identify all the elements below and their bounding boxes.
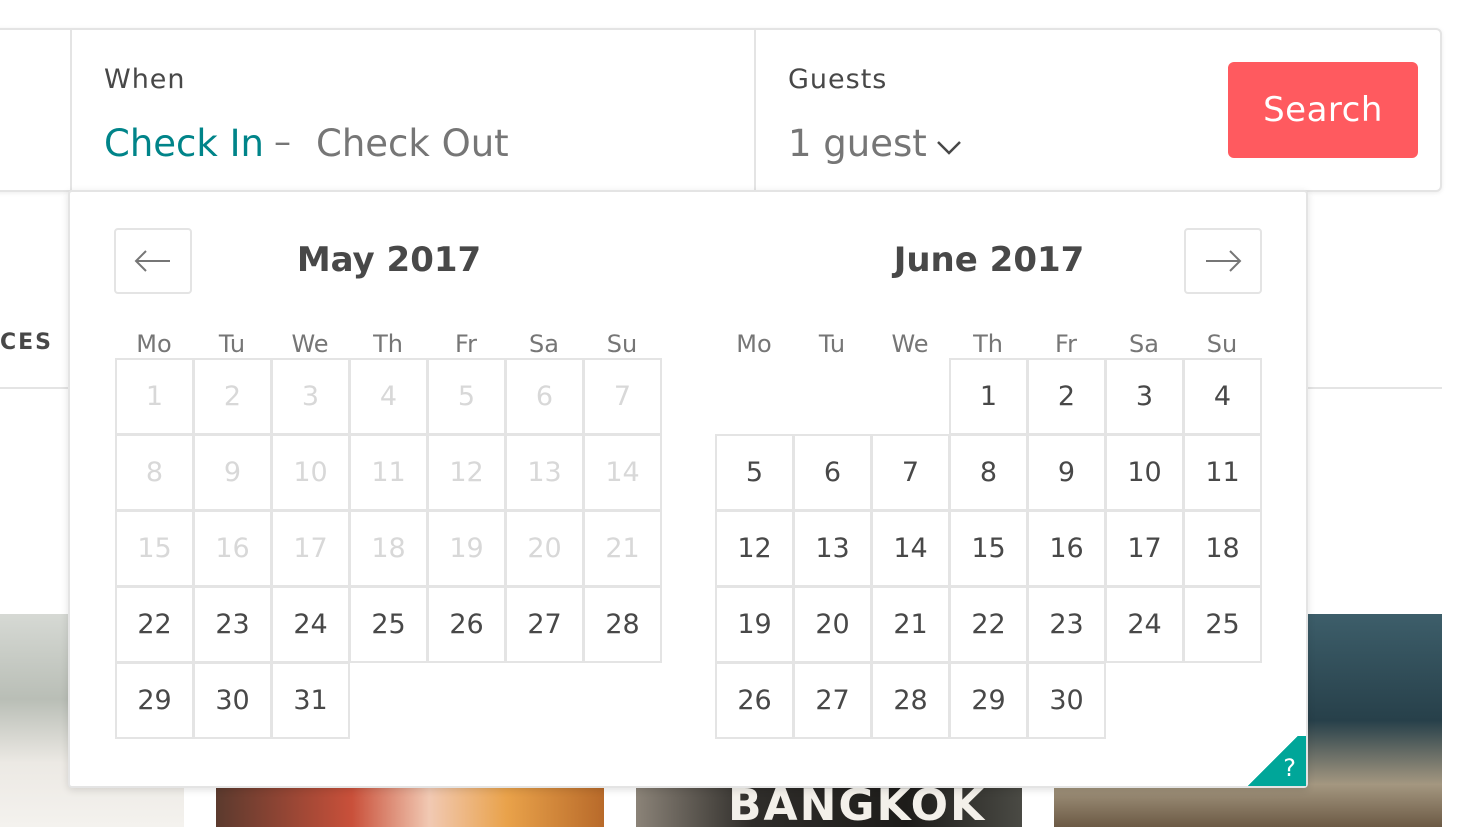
calendar-day-disabled: 9 — [193, 434, 272, 511]
weekday-header: Sa — [529, 330, 559, 358]
calendar-day[interactable]: 10 — [1105, 434, 1184, 511]
calendar-day[interactable]: 29 — [949, 662, 1028, 739]
weekday-header: We — [291, 330, 329, 358]
calendar-day-disabled: 10 — [271, 434, 350, 511]
calendar-day[interactable]: 25 — [1183, 586, 1262, 663]
calendar-day[interactable]: 8 — [949, 434, 1028, 511]
calendar-day[interactable]: 28 — [871, 662, 950, 739]
calendar-day-disabled: 17 — [271, 510, 350, 587]
field-divider — [754, 30, 756, 190]
calendar-day[interactable]: 24 — [271, 586, 350, 663]
calendar-day[interactable]: 26 — [427, 586, 506, 663]
weekday-header: Th — [973, 330, 1003, 358]
field-divider — [70, 30, 72, 190]
calendar-day[interactable]: 22 — [949, 586, 1028, 663]
calendar-day[interactable]: 24 — [1105, 586, 1184, 663]
search-button[interactable]: Search — [1228, 62, 1418, 158]
weekday-header: Fr — [455, 330, 477, 358]
calendar-day[interactable]: 19 — [715, 586, 794, 663]
weekday-header: We — [891, 330, 929, 358]
thumbnail-caption: BANGKOK — [728, 784, 987, 827]
weekday-header: Su — [606, 330, 638, 358]
calendar-day[interactable]: 26 — [715, 662, 794, 739]
weekday-header: Tu — [818, 330, 846, 358]
month-title-right: June 2017 — [893, 240, 1085, 280]
calendar-day-disabled: 4 — [349, 358, 428, 435]
question-icon: ? — [1283, 754, 1296, 782]
calendar-day-disabled: 15 — [115, 510, 194, 587]
calendar-day[interactable]: 30 — [193, 662, 272, 739]
calendar-day-disabled: 18 — [349, 510, 428, 587]
guests-label: Guests — [788, 64, 888, 95]
calendar-day[interactable]: 17 — [1105, 510, 1184, 587]
weekday-header: Fr — [1055, 330, 1077, 358]
calendar-day[interactable]: 22 — [115, 586, 194, 663]
date-picker: May 2017 June 2017 Mo Tu We Th Fr Sa Su 1 2 3 4 5 6 7… — [68, 190, 1308, 788]
calendar-day[interactable]: 11 — [1183, 434, 1262, 511]
calendar-day[interactable]: 16 — [1027, 510, 1106, 587]
listing-thumbnail-bangkok[interactable]: BANGKOK — [636, 784, 1022, 827]
calendar-day[interactable]: 15 — [949, 510, 1028, 587]
when-label: When — [104, 64, 186, 95]
calendar-day[interactable]: 30 — [1027, 662, 1106, 739]
search-bar: When Check In – Check Out Guests 1 guest… — [0, 28, 1442, 192]
calendar-day-disabled: 20 — [505, 510, 584, 587]
calendar-day[interactable]: 7 — [871, 434, 950, 511]
calendar-day[interactable]: 28 — [583, 586, 662, 663]
chevron-down-icon[interactable] — [934, 132, 964, 162]
check-in-field[interactable]: Check In — [104, 122, 264, 165]
calendar-day[interactable]: 25 — [349, 586, 428, 663]
weekday-header: Th — [373, 330, 403, 358]
calendar-day[interactable]: 27 — [505, 586, 584, 663]
weekday-header: Mo — [136, 330, 172, 358]
calendar-day[interactable]: 4 — [1183, 358, 1262, 435]
calendar-day[interactable]: 23 — [193, 586, 272, 663]
help-button[interactable]: ? — [1240, 736, 1306, 786]
weekday-header: Su — [1206, 330, 1238, 358]
calendar-day[interactable]: 6 — [793, 434, 872, 511]
calendar-day[interactable]: 23 — [1027, 586, 1106, 663]
calendar-day[interactable]: 13 — [793, 510, 872, 587]
calendar-day-disabled: 16 — [193, 510, 272, 587]
calendar-day-disabled: 11 — [349, 434, 428, 511]
calendar-day[interactable]: 20 — [793, 586, 872, 663]
calendar-day-disabled: 1 — [115, 358, 194, 435]
calendar-day-disabled: 14 — [583, 434, 662, 511]
calendar-day[interactable]: 29 — [115, 662, 194, 739]
check-out-field[interactable]: Check Out — [316, 122, 509, 165]
weekday-header: Mo — [736, 330, 772, 358]
calendar-day[interactable]: 2 — [1027, 358, 1106, 435]
calendar-day[interactable]: 12 — [715, 510, 794, 587]
calendar-day-disabled: 7 — [583, 358, 662, 435]
calendar-day[interactable]: 21 — [871, 586, 950, 663]
calendar-day[interactable]: 5 — [715, 434, 794, 511]
calendar-day-disabled: 13 — [505, 434, 584, 511]
month-title-left: May 2017 — [296, 240, 482, 280]
calendar-day[interactable]: 3 — [1105, 358, 1184, 435]
calendar-day-disabled: 8 — [115, 434, 194, 511]
calendar-day[interactable]: 9 — [1027, 434, 1106, 511]
calendar-day[interactable]: 31 — [271, 662, 350, 739]
listing-thumbnail-food[interactable] — [216, 784, 604, 827]
date-separator: – — [274, 122, 291, 162]
guests-select[interactable]: 1 guest — [788, 122, 927, 165]
calendar-day[interactable]: 27 — [793, 662, 872, 739]
calendar-day[interactable]: 14 — [871, 510, 950, 587]
calendar-day-disabled: 5 — [427, 358, 506, 435]
weekday-header: Sa — [1129, 330, 1159, 358]
weekday-header: Tu — [218, 330, 246, 358]
calendar-day-disabled: 3 — [271, 358, 350, 435]
calendar-day-disabled: 12 — [427, 434, 506, 511]
calendar-day-disabled: 6 — [505, 358, 584, 435]
calendar-day[interactable]: 18 — [1183, 510, 1262, 587]
calendar-day-disabled: 19 — [427, 510, 506, 587]
nav-tab-experiences[interactable]: CES — [0, 330, 53, 355]
calendar-day-disabled: 2 — [193, 358, 272, 435]
calendar-day[interactable]: 1 — [949, 358, 1028, 435]
calendar-day-disabled: 21 — [583, 510, 662, 587]
